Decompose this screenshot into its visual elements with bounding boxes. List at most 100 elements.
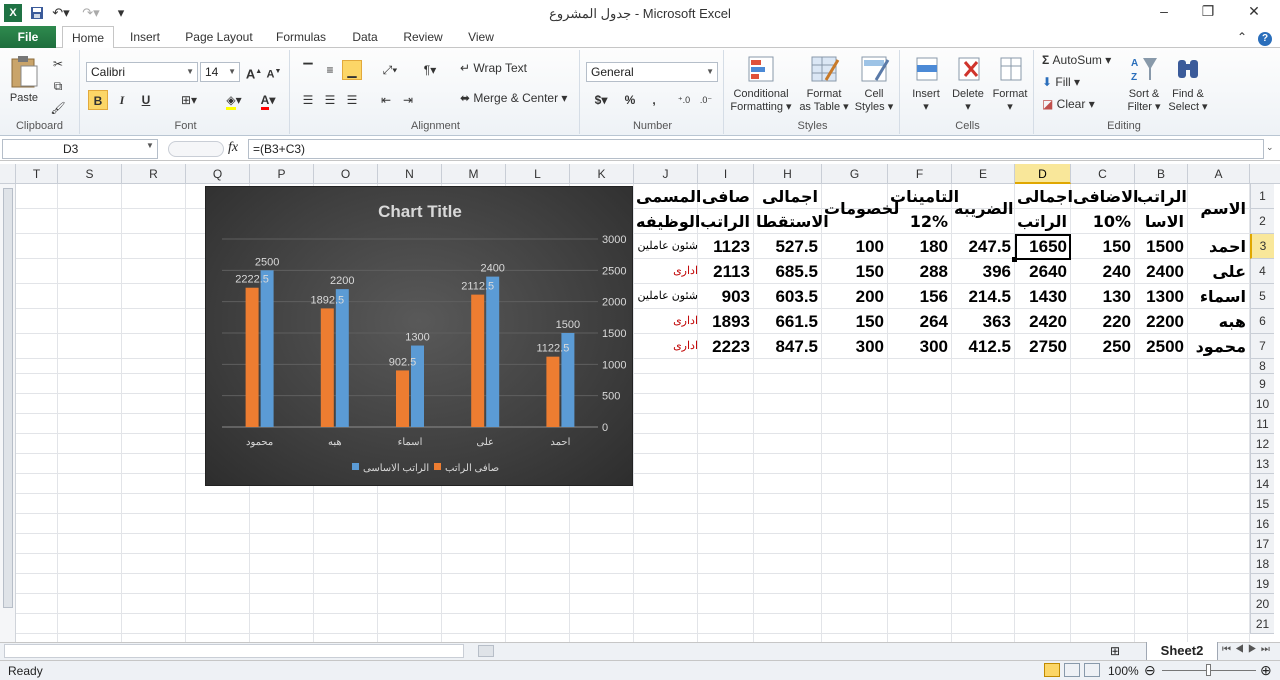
header-cell-f-line1[interactable]: التامينات — [890, 184, 959, 209]
cell-f4[interactable]: 288 — [890, 259, 948, 284]
top-align-icon[interactable]: ▔ — [298, 60, 318, 80]
vertical-scrollbar[interactable] — [0, 184, 16, 642]
column-header-g[interactable]: G — [822, 164, 888, 184]
cell-h5[interactable]: 603.5 — [756, 284, 818, 309]
cell-g4[interactable]: 150 — [824, 259, 884, 284]
cell-j7[interactable]: ادارى — [632, 334, 698, 359]
cell-b6[interactable]: 2200 — [1137, 309, 1184, 334]
help-icon[interactable]: ? — [1256, 26, 1274, 48]
page-layout-view-icon[interactable] — [1064, 663, 1080, 677]
tab-data[interactable]: Data — [344, 26, 386, 48]
column-header-o[interactable]: O — [314, 164, 378, 184]
font-name-select[interactable]: Calibri ▼ — [86, 62, 198, 82]
row-header-8[interactable]: 8 — [1250, 359, 1274, 374]
cell-j6[interactable]: ادارى — [632, 309, 698, 334]
horizontal-scrollbar[interactable] — [4, 644, 464, 658]
row-header-5[interactable]: 5 — [1250, 284, 1274, 309]
new-sheet-icon[interactable]: ⊞ — [1110, 644, 1120, 658]
increase-decimal-icon[interactable]: ⁺.0 — [674, 90, 694, 110]
tab-page-layout[interactable]: Page Layout — [180, 26, 258, 48]
tab-view[interactable]: View — [460, 26, 502, 48]
middle-align-icon[interactable]: ≡ — [320, 60, 340, 80]
header-cell-j-line2[interactable]: الوظيفه — [636, 209, 700, 234]
header-cell-c-line2[interactable]: 10% — [1073, 209, 1131, 234]
sort-filter-button[interactable]: AZ Sort & Filter ▾ — [1124, 54, 1164, 114]
row-header-3[interactable]: 3 — [1250, 234, 1274, 259]
find-select-button[interactable]: Find & Select ▾ — [1166, 54, 1210, 114]
row-header-16[interactable]: 16 — [1250, 514, 1274, 534]
paste-button[interactable]: Paste — [4, 54, 44, 110]
cell-j5[interactable]: شئون عاملين — [632, 284, 699, 309]
header-cell-i-line1[interactable]: صافى — [700, 184, 750, 209]
restore-button[interactable]: ❐ — [1196, 3, 1220, 23]
column-header-s[interactable]: S — [58, 164, 122, 184]
scroll-thumb[interactable] — [3, 188, 13, 608]
font-color-button[interactable]: A▾ — [254, 90, 282, 110]
page-break-view-icon[interactable] — [1084, 663, 1100, 677]
row-header-20[interactable]: 20 — [1250, 594, 1274, 614]
insert-cells-button[interactable]: Insert ▾ — [904, 54, 948, 114]
insert-function-icon[interactable]: fx — [228, 140, 238, 156]
cell-c3[interactable]: 150 — [1073, 234, 1131, 259]
tab-home[interactable]: Home — [62, 26, 114, 49]
cell-c4[interactable]: 240 — [1073, 259, 1131, 284]
formula-bar-divider[interactable] — [168, 141, 224, 157]
tab-review[interactable]: Review — [398, 26, 448, 48]
row-header-13[interactable]: 13 — [1250, 454, 1274, 474]
close-button[interactable]: ✕ — [1242, 3, 1266, 23]
cell-f3[interactable]: 180 — [890, 234, 948, 259]
cell-e6[interactable]: 363 — [954, 309, 1011, 334]
header-cell-d-line2[interactable]: الراتب — [1017, 209, 1067, 234]
cell-a5[interactable]: اسماء — [1190, 284, 1246, 309]
fill-color-icon[interactable]: ◈▾ — [220, 90, 248, 110]
format-as-table-button[interactable]: Format as Table ▾ — [796, 54, 852, 114]
grow-font-button[interactable]: A▲ — [244, 62, 264, 82]
cell-h4[interactable]: 685.5 — [756, 259, 818, 284]
borders-icon[interactable]: ⊞▾ — [176, 90, 202, 110]
row-header-17[interactable]: 17 — [1250, 534, 1274, 554]
cell-b5[interactable]: 1300 — [1137, 284, 1184, 309]
header-cell-h-line1[interactable]: اجمالى — [756, 184, 818, 209]
expand-formula-icon[interactable]: ⌄ — [1266, 142, 1274, 153]
increase-indent-icon[interactable]: ⇥ — [398, 90, 418, 110]
orientation-icon[interactable]: ⤢▾ — [376, 60, 404, 80]
cell-d7[interactable]: 2750 — [1017, 334, 1067, 359]
cell-g5[interactable]: 200 — [824, 284, 884, 309]
header-cell-b-line2[interactable]: الاسا — [1137, 209, 1184, 234]
cell-j3[interactable]: شئون عاملين — [632, 234, 699, 259]
cell-a6[interactable]: هبه — [1190, 309, 1246, 334]
fill-handle[interactable] — [1012, 257, 1017, 262]
formula-input[interactable]: =(B3+C3) — [248, 139, 1264, 159]
column-header-h[interactable]: H — [754, 164, 822, 184]
zoom-slider-thumb[interactable] — [1206, 664, 1211, 676]
align-right-icon[interactable]: ☰ — [342, 90, 362, 110]
autosum-button[interactable]: Σ AutoSum ▾ — [1042, 54, 1126, 67]
cell-i5[interactable]: 903 — [700, 284, 750, 309]
clear-button[interactable]: ◪ Clear ▾ — [1042, 98, 1112, 111]
cell-h7[interactable]: 847.5 — [756, 334, 818, 359]
minimize-button[interactable]: – — [1152, 3, 1176, 23]
column-header-d[interactable]: D — [1015, 164, 1071, 184]
cell-g7[interactable]: 300 — [824, 334, 884, 359]
row-header-7[interactable]: 7 — [1250, 334, 1274, 359]
header-cell-g[interactable]: لخصومات — [824, 184, 899, 234]
row-header-14[interactable]: 14 — [1250, 474, 1274, 494]
header-cell-h-line2[interactable]: الاستقطا — [756, 209, 829, 234]
column-header-n[interactable]: N — [378, 164, 442, 184]
font-size-select[interactable]: 14 ▼ — [200, 62, 240, 82]
merge-center-button[interactable]: ⬌ Merge & Center ▾ — [460, 92, 576, 105]
number-format-select[interactable]: General ▼ — [586, 62, 718, 82]
row-header-2[interactable]: 2 — [1250, 209, 1274, 234]
column-header-i[interactable]: I — [698, 164, 754, 184]
column-header-l[interactable]: L — [506, 164, 570, 184]
cell-g6[interactable]: 150 — [824, 309, 884, 334]
cell-i4[interactable]: 2113 — [700, 259, 750, 284]
cell-e7[interactable]: 412.5 — [954, 334, 1011, 359]
cell-b3[interactable]: 1500 — [1137, 234, 1184, 259]
chart[interactable]: Chart Title 0 500 1000 1500 2000 2500 3000 1122.… — [205, 186, 633, 486]
row-header-15[interactable]: 15 — [1250, 494, 1274, 514]
cell-b7[interactable]: 2500 — [1137, 334, 1184, 359]
tab-insert[interactable]: Insert — [122, 26, 168, 48]
cell-f5[interactable]: 156 — [890, 284, 948, 309]
name-box-dropdown-icon[interactable]: ▼ — [146, 141, 154, 150]
